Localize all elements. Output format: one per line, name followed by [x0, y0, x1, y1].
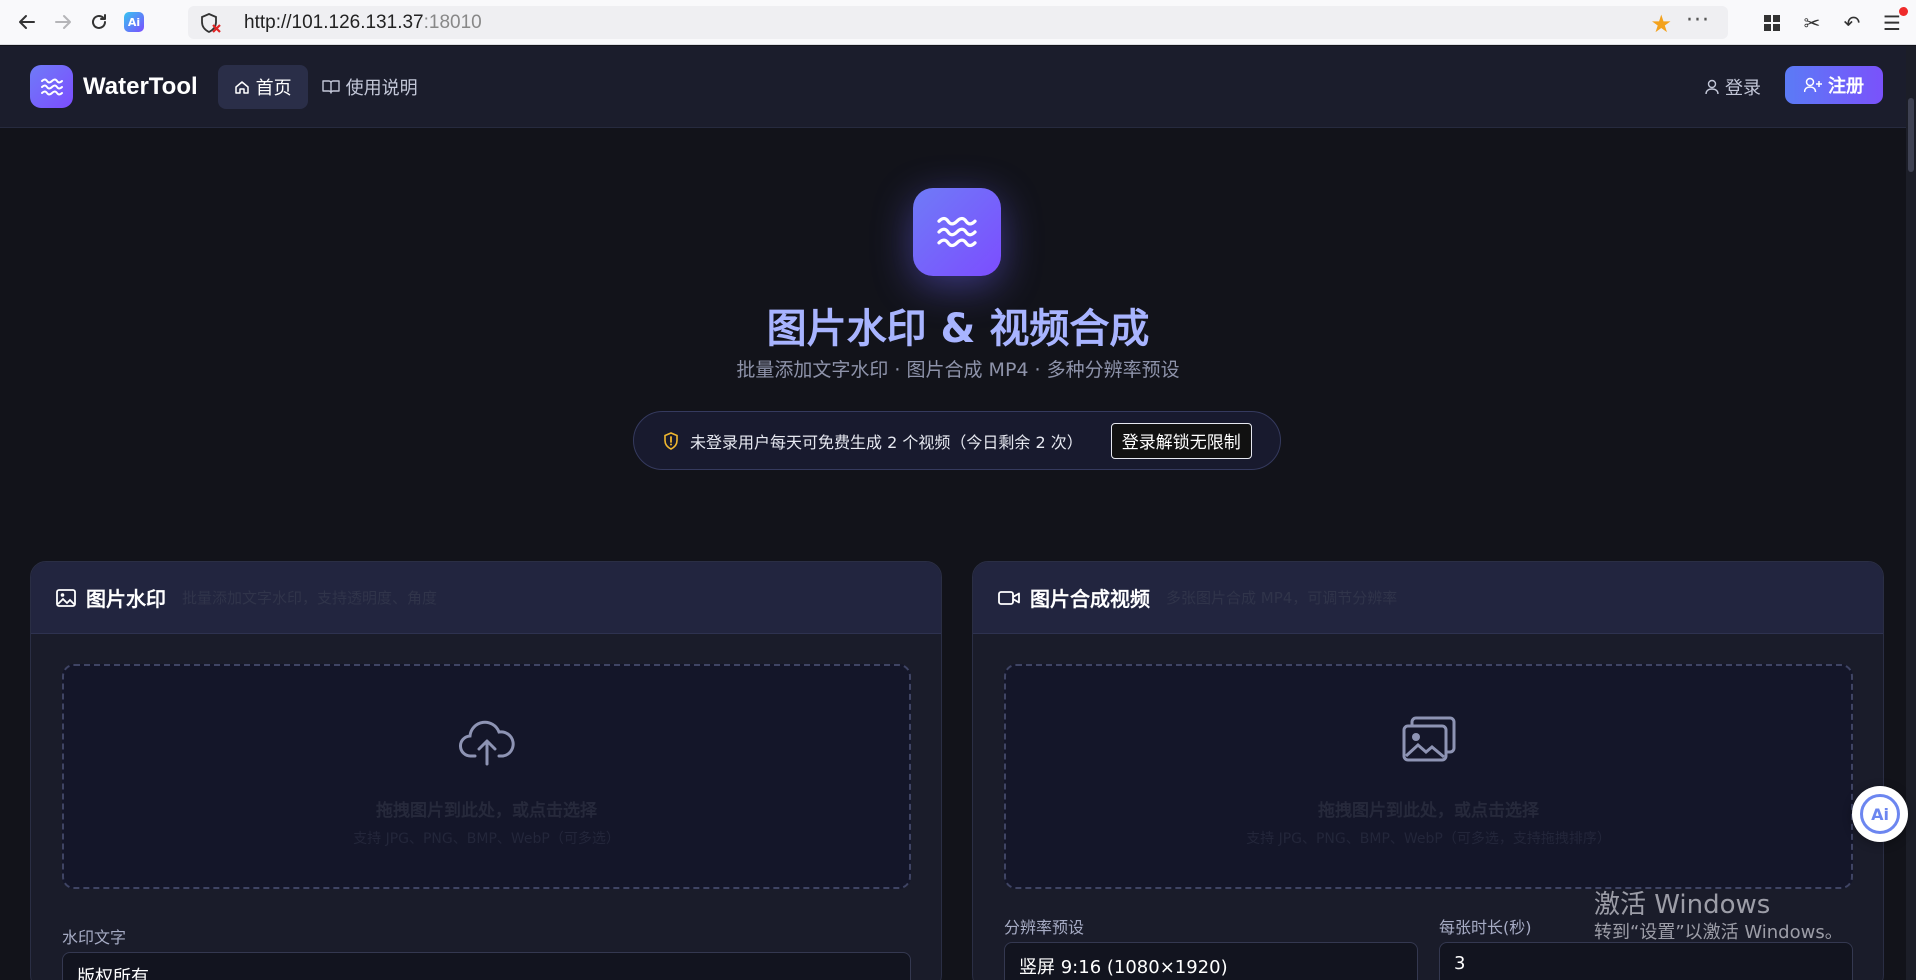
notice-text: 未登录用户每天可免费生成 2 个视频（今日剩余 2 次）: [690, 432, 1083, 452]
ai-assistant-icon: Ai: [1860, 794, 1900, 834]
site-header: WaterTool 首页 使用说明 登录 注册: [0, 46, 1916, 128]
nav-home[interactable]: 首页: [217, 64, 308, 109]
cloud-upload-icon: [458, 720, 515, 766]
book-icon: [321, 79, 340, 94]
video-card-header: 图片合成视频 多张图片合成 MP4，可调节分辨率: [973, 562, 1883, 634]
scissors-icon[interactable]: ✂: [1800, 11, 1824, 35]
free-quota-notice: 未登录用户每天可免费生成 2 个视频（今日剩余 2 次） 登录解锁无限制: [633, 411, 1281, 470]
nav-guide-label: 使用说明: [345, 77, 418, 99]
dropzone-sub-text: 支持 JPG、PNG、BMP、WebP（可多选）: [353, 831, 620, 847]
browser-right-tools: ✂ ↶ ☰: [1760, 0, 1916, 45]
image-icon: [56, 588, 76, 607]
resolution-label: 分辨率预设: [1004, 918, 1085, 937]
user-icon: [1705, 79, 1719, 95]
url-port: :18010: [423, 11, 482, 33]
watermark-text-input[interactable]: 版权所有: [62, 952, 911, 980]
address-bar[interactable]: http://101.126.131.37:18010 ★ ···: [188, 6, 1728, 39]
back-button[interactable]: [12, 7, 42, 37]
ai-assistant-button[interactable]: Ai: [1852, 786, 1908, 842]
images-icon: [1402, 716, 1455, 762]
video-card-hint: 多张图片合成 MP4，可调节分辨率: [1166, 589, 1398, 607]
duration-label: 每张时长(秒): [1439, 918, 1532, 937]
hero-logo: [913, 188, 1001, 276]
register-label: 注册: [1828, 76, 1864, 97]
page-scrollbar[interactable]: [1906, 46, 1916, 980]
nav-home-label: 首页: [255, 77, 292, 99]
reload-button[interactable]: [84, 7, 114, 37]
insecure-shield-icon[interactable]: [200, 12, 222, 34]
forward-button[interactable]: [48, 7, 78, 37]
waves-icon: [937, 216, 977, 248]
dropzone-sub-text: 支持 JPG、PNG、BMP、WebP（可多选，支持拖拽排序）: [1246, 831, 1611, 847]
notification-dot: [1899, 6, 1908, 16]
video-card-title: 图片合成视频: [1030, 587, 1150, 611]
watermark-dropzone[interactable]: 拖拽图片到此处，或点击选择 支持 JPG、PNG、BMP、WebP（可多选）: [62, 664, 911, 889]
login-link[interactable]: 登录: [1705, 74, 1761, 100]
hero-subtitle: 批量添加文字水印 · 图片合成 MP4 · 多种分辨率预设: [736, 359, 1180, 381]
waves-icon: [40, 78, 63, 95]
resolution-select[interactable]: 竖屏 9:16 (1080×1920): [1004, 942, 1418, 980]
watermark-card-header: 图片水印 批量添加文字水印，支持透明度、角度: [31, 562, 941, 634]
register-button[interactable]: 注册: [1785, 66, 1883, 104]
reload-icon: [92, 14, 106, 29]
more-icon[interactable]: ···: [1686, 8, 1710, 33]
windows-activation-subtitle: 转到“设置”以激活 Windows。: [1594, 922, 1843, 943]
apps-grid-icon[interactable]: [1760, 11, 1784, 35]
logo[interactable]: [30, 65, 73, 108]
watermark-card-hint: 批量添加文字水印，支持透明度、角度: [182, 589, 438, 607]
video-dropzone[interactable]: 拖拽图片到此处，或点击选择 支持 JPG、PNG、BMP、WebP（可多选，支持…: [1004, 664, 1853, 889]
menu-icon[interactable]: ☰: [1880, 6, 1908, 35]
browser-toolbar: Ai http://101.126.131.37:18010 ★ ··· ✂ ↶…: [0, 0, 1916, 45]
user-plus-icon: [1804, 77, 1822, 93]
warning-shield-icon: [664, 431, 678, 450]
scrollbar-thumb[interactable]: [1908, 98, 1914, 172]
watermark-card-title: 图片水印: [86, 587, 166, 611]
brand-name[interactable]: WaterTool: [83, 73, 198, 101]
duration-input[interactable]: 3: [1439, 942, 1853, 980]
windows-activation-title: 激活 Windows: [1594, 890, 1771, 920]
hero-title: 图片水印 & 视频合成: [766, 306, 1150, 352]
undo-icon[interactable]: ↶: [1840, 11, 1864, 35]
arrow-left-icon: [19, 15, 35, 29]
home-icon: [234, 80, 249, 94]
bookmark-star-icon[interactable]: ★: [1650, 10, 1672, 38]
arrow-right-icon: [55, 15, 71, 29]
video-camera-icon: [998, 590, 1020, 605]
ai-extension-icon[interactable]: Ai: [124, 12, 144, 32]
dropzone-main-text: 拖拽图片到此处，或点击选择: [376, 801, 597, 821]
nav-guide[interactable]: 使用说明: [321, 74, 418, 100]
watermark-card: 图片水印 批量添加文字水印，支持透明度、角度 拖拽图片到此处，或点击选择 支持 …: [30, 561, 942, 980]
url-text: http://101.126.131.37:18010: [244, 12, 482, 34]
login-label: 登录: [1725, 78, 1761, 99]
login-unlock-button[interactable]: 登录解锁无限制: [1110, 422, 1252, 459]
watermark-text-label: 水印文字: [62, 928, 127, 947]
url-host: http://101.126.131.37: [244, 11, 424, 33]
dropzone-main-text: 拖拽图片到此处，或点击选择: [1318, 801, 1539, 821]
